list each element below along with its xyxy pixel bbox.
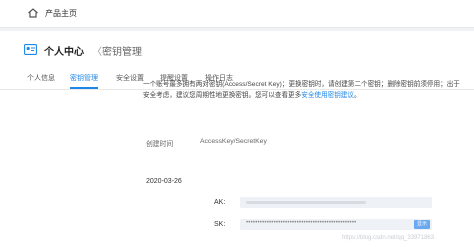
key-notice: 一个账号最多拥有两对密钥(Access/Secret Key)；更换密钥时，请创… [143,79,463,101]
key-created-date: 2020-03-26 [146,178,182,185]
breadcrumb-separator: 〈 [92,47,102,58]
column-header-created: 创建时间 [146,141,174,148]
notice-period: 。 [354,92,361,99]
sk-masked-value: ••••••••••••••••••••••••••••••••••••••••… [246,220,357,226]
product-home-link[interactable]: 产品主页 [45,8,77,19]
show-secret-button[interactable]: 显示 [414,220,430,229]
column-header-keys: AccessKey/SecretKey [200,138,267,145]
active-tab-indicator [70,87,98,89]
tab-security-settings[interactable]: 安全设置 [116,73,144,83]
page-title: 个人中心 [44,47,84,58]
top-navbar: 产品主页 [0,0,474,28]
sk-value-field[interactable]: ••••••••••••••••••••••••••••••••••••••••… [240,219,432,230]
sk-label: SK: [214,221,226,228]
tab-personal-info[interactable]: 个人信息 [27,73,55,83]
home-icon[interactable] [27,7,39,19]
ak-value-field[interactable] [240,197,432,208]
tab-key-management[interactable]: 密钥管理 [70,73,98,83]
security-advice-link[interactable]: 安全使用密钥建议 [301,92,354,99]
ak-value-blurred [246,201,366,204]
ak-label: AK: [214,199,226,206]
watermark: https://blog.csdn.net/qq_33971863 [342,235,435,241]
id-card-icon [24,44,37,55]
page-subtitle: 密钥管理 [102,47,142,58]
